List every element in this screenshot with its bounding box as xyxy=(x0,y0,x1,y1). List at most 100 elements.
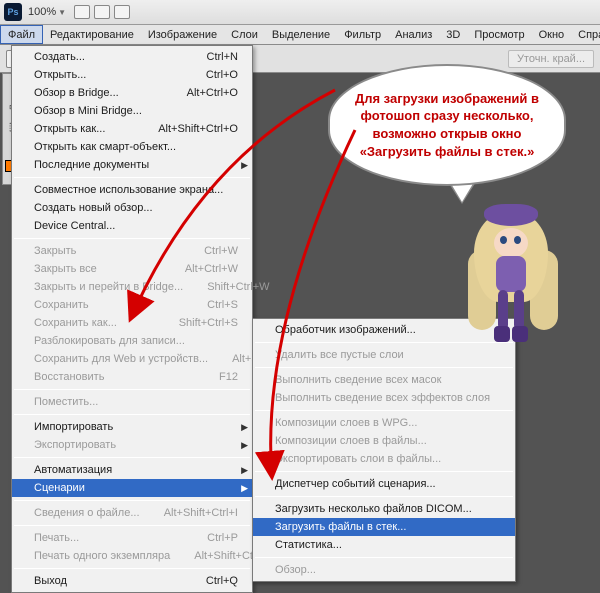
menu-separator xyxy=(14,238,250,239)
menu-separator xyxy=(255,471,513,472)
submenu-arrow-icon: ▶ xyxy=(241,440,248,451)
file-menu-item[interactable]: Сценарии ▶ xyxy=(12,479,252,497)
menu-item-label: Импортировать xyxy=(34,421,113,433)
file-menu-item: Разблокировать для записи... xyxy=(12,332,252,350)
menu-filter[interactable]: Фильтр xyxy=(337,25,388,44)
file-menu-item[interactable]: Последние документы ▶ xyxy=(12,156,252,174)
menu-item-label: Обзор... xyxy=(275,564,316,576)
menu-item-shortcut: F12 xyxy=(195,371,238,383)
menu-item-label: Последние документы xyxy=(34,159,149,171)
scripts-menu-item: Обзор... xyxy=(253,561,515,579)
scripts-menu-item[interactable]: Статистика... xyxy=(253,536,515,554)
menu-item-label: Обзор в Mini Bridge... xyxy=(34,105,142,117)
menu-file[interactable]: Файл xyxy=(0,25,43,44)
hand-tool-icon[interactable] xyxy=(74,5,90,19)
menu-item-label: Обзор в Bridge... xyxy=(34,87,119,99)
menu-separator xyxy=(14,389,250,390)
menu-item-shortcut: Shift+Ctrl+S xyxy=(155,317,238,329)
menu-item-shortcut: Ctrl+P xyxy=(183,532,238,544)
menu-item-label: Композиции слоев в файлы... xyxy=(275,435,427,447)
file-menu-item: Закрыть всеAlt+Ctrl+W xyxy=(12,260,252,278)
menu-item-label: Совместное использование экрана... xyxy=(34,184,223,196)
file-menu-item: Поместить... xyxy=(12,393,252,411)
file-menu-item[interactable]: Device Central... xyxy=(12,217,252,235)
zoom-value[interactable]: 100%▼ xyxy=(28,6,66,18)
submenu-arrow-icon: ▶ xyxy=(241,160,248,171)
file-menu-item: Печать одного экземпляраAlt+Shift+Ctrl+P xyxy=(12,547,252,565)
scripts-menu-item[interactable]: Загрузить несколько файлов DICOM... xyxy=(253,500,515,518)
menu-item-shortcut: Ctrl+Q xyxy=(182,575,238,587)
menu-separator xyxy=(255,410,513,411)
menu-item-label: Диспетчер событий сценария... xyxy=(275,478,436,490)
menu-item-shortcut: Alt+Ctrl+O xyxy=(163,87,238,99)
menu-item-label: Сохранить xyxy=(34,299,89,311)
scripts-menu-item: Выполнить сведение всех эффектов слоя xyxy=(253,389,515,407)
menu-item-label: Сценарии xyxy=(34,482,85,494)
menu-separator xyxy=(255,557,513,558)
file-menu-item[interactable]: Создать...Ctrl+N xyxy=(12,48,252,66)
menu-help[interactable]: Справка xyxy=(571,25,600,44)
menu-item-label: Выполнить сведение всех масок xyxy=(275,374,441,386)
file-menu-item[interactable]: Совместное использование экрана... xyxy=(12,181,252,199)
file-menu-item[interactable]: Автоматизация ▶ xyxy=(12,461,252,479)
scripts-menu-item: Композиции слоев в файлы... xyxy=(253,432,515,450)
menu-item-shortcut: Shift+Ctrl+W xyxy=(183,281,269,293)
menu-item-label: Device Central... xyxy=(34,220,115,232)
scripts-menu-item[interactable]: Диспетчер событий сценария... xyxy=(253,475,515,493)
menu-item-shortcut: Alt+Ctrl+W xyxy=(161,263,238,275)
submenu-arrow-icon: ▶ xyxy=(241,483,248,494)
menu-view[interactable]: Просмотр xyxy=(467,25,531,44)
menu-item-label: Сохранить для Web и устройств... xyxy=(34,353,208,365)
menu-separator xyxy=(255,367,513,368)
menu-item-label: Разблокировать для записи... xyxy=(34,335,185,347)
file-menu-item[interactable]: Обзор в Mini Bridge... xyxy=(12,102,252,120)
file-menu-item[interactable]: Открыть как смарт-объект... xyxy=(12,138,252,156)
menu-item-label: Автоматизация xyxy=(34,464,112,476)
file-menu-item[interactable]: Создать новый обзор... xyxy=(12,199,252,217)
scripts-menu-item: Выполнить сведение всех масок xyxy=(253,371,515,389)
scripts-menu-item[interactable]: Загрузить файлы в стек... xyxy=(253,518,515,536)
menu-3d[interactable]: 3D xyxy=(439,25,467,44)
file-menu-item[interactable]: Импортировать▶ xyxy=(12,418,252,436)
menu-item-label: Поместить... xyxy=(34,396,98,408)
menu-image[interactable]: Изображение xyxy=(141,25,224,44)
menu-select[interactable]: Выделение xyxy=(265,25,337,44)
file-menu-item[interactable]: Открыть как...Alt+Shift+Ctrl+O xyxy=(12,120,252,138)
screen-mode-icon[interactable] xyxy=(114,5,130,19)
menu-item-label: Статистика... xyxy=(275,539,342,551)
file-menu-item[interactable]: Открыть...Ctrl+O xyxy=(12,66,252,84)
menu-item-shortcut: Alt+Shift+Ctrl+I xyxy=(140,507,238,519)
menu-separator xyxy=(14,177,250,178)
scripts-menu-item: Композиции слоев в WPG... xyxy=(253,414,515,432)
file-menu-item: Сохранить как...Shift+Ctrl+S xyxy=(12,314,252,332)
file-menu-item: Экспортировать ▶ xyxy=(12,436,252,454)
annotation-bubble: Для загрузки изображений в фотошоп сразу… xyxy=(328,64,566,186)
submenu-arrow-icon: ▶ xyxy=(241,465,248,476)
scripts-submenu: Обработчик изображений...Удалить все пус… xyxy=(252,318,516,582)
menu-item-label: Загрузить файлы в стек... xyxy=(275,521,406,533)
ps-logo-icon: Ps xyxy=(4,3,22,21)
menu-item-label: Композиции слоев в WPG... xyxy=(275,417,417,429)
file-menu-item: Закрыть и перейти в Bridge...Shift+Ctrl+… xyxy=(12,278,252,296)
doll-figure-icon xyxy=(468,200,558,350)
arrange-docs-icon[interactable] xyxy=(94,5,110,19)
refine-edge-button[interactable]: Уточн. край... xyxy=(508,50,594,68)
menu-item-label: Выполнить сведение всех эффектов слоя xyxy=(275,392,490,404)
file-menu-item: ЗакрытьCtrl+W xyxy=(12,242,252,260)
menu-item-shortcut: Ctrl+W xyxy=(180,245,238,257)
menu-item-label: Экспортировать xyxy=(34,439,116,451)
menu-item-label: Выход xyxy=(34,575,67,587)
file-menu-item[interactable]: Выход Ctrl+Q xyxy=(12,572,252,590)
menu-item-label: Печать... xyxy=(34,532,79,544)
menu-item-label: Создать новый обзор... xyxy=(34,202,153,214)
menu-analysis[interactable]: Анализ xyxy=(388,25,439,44)
menu-item-label: Удалить все пустые слои xyxy=(275,349,404,361)
menu-edit[interactable]: Редактирование xyxy=(43,25,141,44)
menu-item-shortcut: Alt+Shift+Ctrl+O xyxy=(134,123,238,135)
menu-layers[interactable]: Слои xyxy=(224,25,265,44)
file-menu-item: Сведения о файле...Alt+Shift+Ctrl+I xyxy=(12,504,252,522)
file-menu-item[interactable]: Обзор в Bridge... Alt+Ctrl+O xyxy=(12,84,252,102)
menu-separator xyxy=(14,457,250,458)
menu-window[interactable]: Окно xyxy=(532,25,572,44)
menu-separator xyxy=(14,525,250,526)
